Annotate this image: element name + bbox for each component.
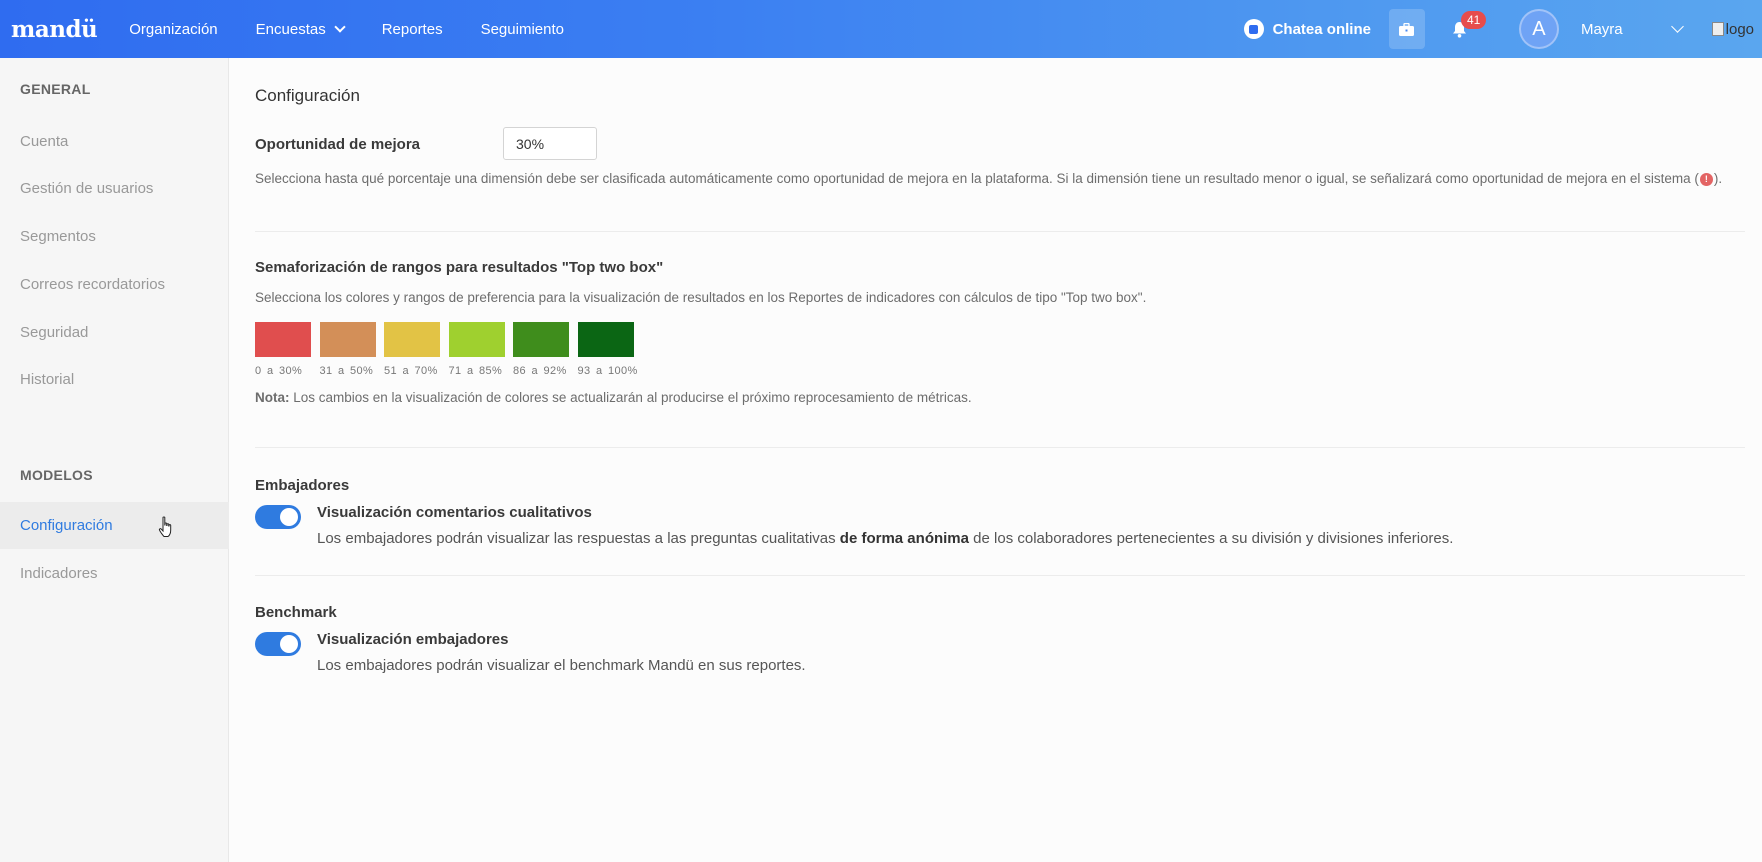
page-title: Configuración [255,86,360,105]
improvement-description: Selecciona hasta qué porcentaje una dime… [255,171,1722,186]
client-logo: logo [1711,20,1754,38]
client-logo-alt: logo [1725,20,1754,38]
range-swatch[interactable]: 71 a 85% [448,322,506,377]
range-swatch[interactable]: 0 a 30% [255,322,312,377]
broken-image-icon [1711,22,1724,36]
divider [255,447,1745,448]
nav-organizacion[interactable]: Organización [129,21,217,38]
nav-reportes[interactable]: Reportes [382,21,443,38]
chat-label: Chatea online [1272,20,1371,38]
chevron-down-icon [334,21,346,33]
sidebar-heading-general: GENERAL [20,81,91,97]
range-label: 93 a 100% [577,365,638,377]
note-text: Los cambios en la visualización de color… [289,390,972,405]
nav-encuestas[interactable]: Encuestas [255,20,346,38]
improvement-description-text: Selecciona hasta qué porcentaje una dime… [255,171,1699,186]
main-nav: Organización Encuestas Reportes Seguimie… [129,0,602,58]
benchmark-toggle-title: Visualización embajadores [317,631,509,648]
color-swatch[interactable] [384,322,440,357]
toggle-knob [280,635,298,653]
top-two-box-description: Selecciona los colores y rangos de prefe… [255,290,1147,305]
range-label: 31 a 50% [319,365,374,377]
notifications-button[interactable]: 41 [1445,9,1487,49]
user-menu-chevron-icon[interactable] [1670,20,1684,33]
desc-part: de los colaboradores pertenecientes a su… [969,530,1454,547]
divider [255,575,1745,576]
desc-part: Los embajadores podrán visualizar las re… [317,530,840,547]
range-label: 86 a 92% [513,365,567,377]
briefcase-icon [1399,22,1415,36]
benchmark-label: Benchmark [255,604,337,621]
color-swatch[interactable] [319,322,376,357]
alert-icon: ! [1699,172,1713,186]
range-swatch[interactable]: 51 a 70% [384,322,441,377]
range-label: 51 a 70% [384,365,438,377]
top-two-box-label: Semaforización de rangos para resultados… [255,259,664,276]
notification-badge: 41 [1460,11,1487,29]
sidebar-item-configuracion[interactable]: Configuración [0,502,229,549]
divider [255,231,1745,232]
improvement-description-end: ). [1713,171,1723,186]
chat-icon [1243,19,1264,39]
desc-bold: de forma anónima [839,530,969,547]
avatar[interactable]: A [1518,9,1559,49]
hand-cursor-icon [158,516,172,537]
ambassadors-label: Embajadores [255,477,350,494]
color-change-note: Nota: Los cambios en la visualización de… [255,390,972,405]
improvement-percentage-input[interactable] [503,127,597,160]
briefcase-button[interactable] [1388,9,1425,49]
sidebar-item-seguridad[interactable]: Seguridad [0,309,229,356]
color-swatch[interactable] [513,322,569,357]
improvement-label: Oportunidad de mejora [255,136,421,153]
sidebar-item-segmentos[interactable]: Segmentos [0,213,229,260]
toggle-knob [280,508,298,526]
color-swatch[interactable] [255,322,311,357]
qualitative-comments-toggle[interactable] [255,505,301,529]
sidebar-item-cuenta[interactable]: Cuenta [0,118,229,165]
mandu-logo[interactable]: mandü [11,16,98,43]
color-swatch[interactable] [577,322,634,357]
sidebar-item-historial[interactable]: Historial [0,356,229,403]
range-label: 71 a 85% [448,365,503,377]
settings-sidebar: GENERAL Cuenta Gestión de usuarios Segme… [0,58,229,862]
color-range-swatches: 0 a 30% 31 a 50% 51 a 70% 71 a 85% 86 a … [255,322,642,377]
qualitative-comments-description: Los embajadores podrán visualizar las re… [317,530,1453,547]
range-swatch[interactable]: 93 a 100% [577,322,638,377]
sidebar-item-correos-recordatorios[interactable]: Correos recordatorios [0,261,229,308]
nav-seguimiento[interactable]: Seguimiento [481,21,564,38]
nav-encuestas-label: Encuestas [255,20,326,38]
qualitative-comments-title: Visualización comentarios cualitativos [317,504,592,521]
range-swatch[interactable]: 31 a 50% [319,322,377,377]
sidebar-heading-modelos: MODELOS [20,467,93,483]
benchmark-description: Los embajadores podrán visualizar el ben… [317,657,806,674]
username[interactable]: Mayra [1581,21,1623,38]
header-actions: Chatea online 41 A Mayra logo [1243,0,1762,58]
chat-online-button[interactable]: Chatea online [1243,19,1371,39]
sidebar-item-indicadores[interactable]: Indicadores [0,550,229,597]
color-swatch[interactable] [448,322,505,357]
range-swatch[interactable]: 86 a 92% [513,322,570,377]
benchmark-toggle[interactable] [255,632,301,656]
top-navbar: mandü Organización Encuestas Reportes Se… [0,0,1762,58]
range-label: 0 a 30% [255,365,303,377]
note-label: Nota: [255,390,290,405]
sidebar-item-gestion-usuarios[interactable]: Gestión de usuarios [0,165,229,212]
